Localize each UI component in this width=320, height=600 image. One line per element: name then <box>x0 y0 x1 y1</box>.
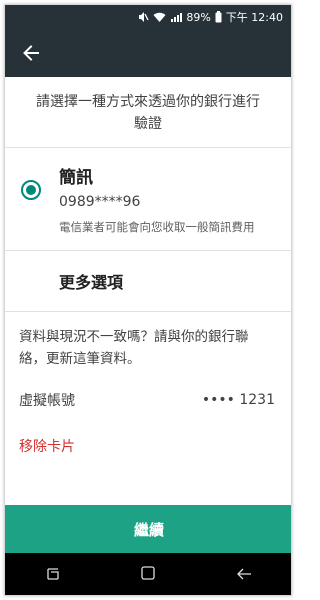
status-bar: 89% 下午 12:40 <box>5 5 291 29</box>
back-arrow-icon[interactable] <box>19 41 43 65</box>
sms-radio-button[interactable] <box>21 180 41 200</box>
continue-button[interactable]: 繼續 <box>5 505 291 553</box>
sms-option-title: 簡訊 <box>59 168 93 188</box>
mute-icon <box>137 11 149 23</box>
home-icon[interactable] <box>140 565 156 585</box>
recent-apps-icon[interactable] <box>45 566 61 585</box>
battery-icon <box>215 11 222 23</box>
virtual-account-number: •••• 1231 <box>201 392 275 408</box>
intro-text: 請選擇一種方式來透過你的銀行進行驗證 <box>5 77 291 148</box>
sms-fee-note: 電信業者可能會向您收取一般簡訊費用 <box>59 220 255 234</box>
navigation-bar <box>5 553 291 595</box>
signal-icon <box>170 12 183 23</box>
virtual-account-row: 虛擬帳號 •••• 1231 <box>5 370 291 410</box>
remove-card-link[interactable]: 移除卡片 <box>5 410 89 456</box>
radio-selected-dot <box>26 185 36 195</box>
clock: 下午 12:40 <box>225 11 283 24</box>
sms-option[interactable]: 簡訊 0989****96 電信業者可能會向您收取一般簡訊費用 <box>5 148 291 251</box>
more-options-button[interactable]: 更多選項 <box>5 251 291 312</box>
app-bar <box>5 29 291 77</box>
back-nav-icon[interactable] <box>235 566 253 585</box>
wifi-icon <box>153 12 166 23</box>
sms-phone-number: 0989****96 <box>59 194 141 210</box>
phone-screen: 89% 下午 12:40 請選擇一種方式來透過你的銀行進行驗證 簡訊 0989*… <box>4 4 292 596</box>
mismatch-notice: 資料與現況不一致嗎？請與你的銀行聯絡，更新這筆資料。 <box>19 329 249 367</box>
battery-percent: 89% <box>186 10 211 24</box>
virtual-account-label: 虛擬帳號 <box>19 393 75 409</box>
